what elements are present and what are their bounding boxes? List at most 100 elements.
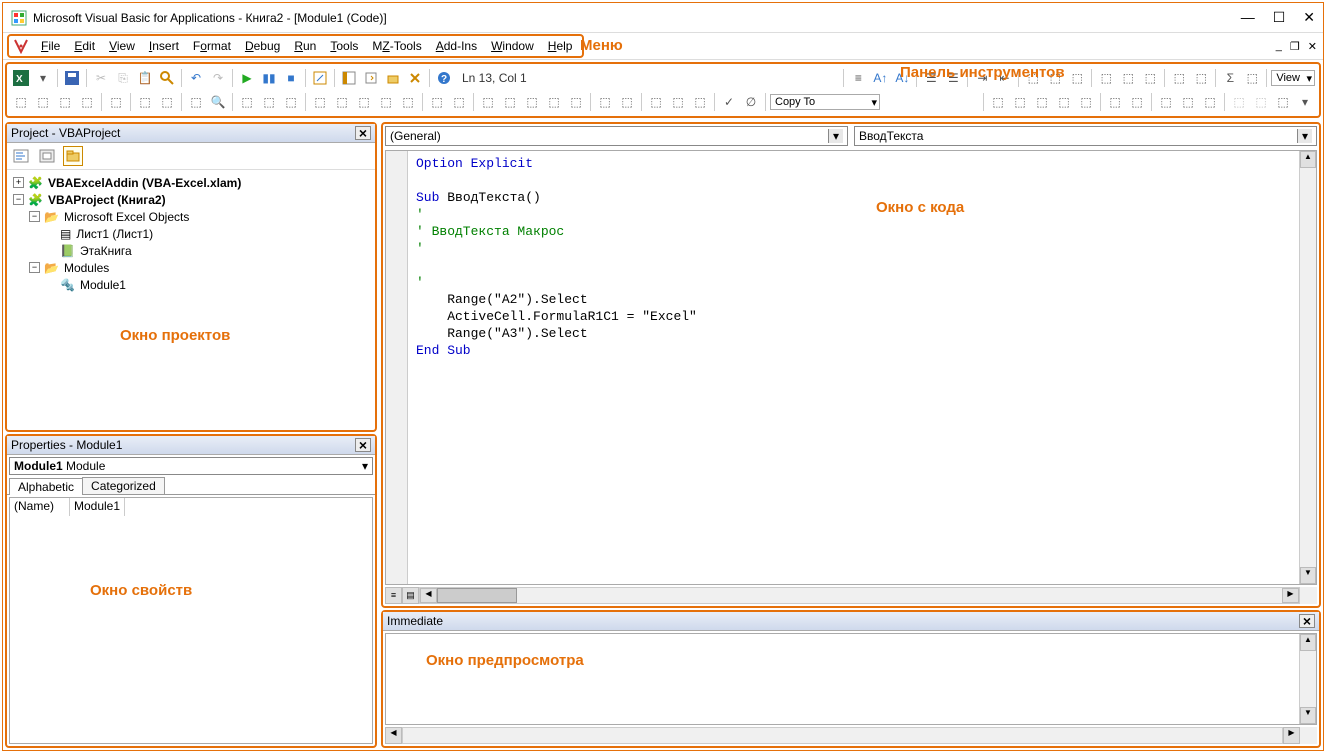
maximize-button[interactable]: ☐: [1273, 9, 1286, 26]
t2-27-icon[interactable]: ⬚: [646, 92, 666, 112]
t2-r1-icon[interactable]: ⬚: [988, 92, 1008, 112]
tab-categorized[interactable]: Categorized: [82, 477, 165, 494]
t2-23-icon[interactable]: ⬚: [544, 92, 564, 112]
t2-13-icon[interactable]: ⬚: [310, 92, 330, 112]
object-browser-icon[interactable]: [383, 68, 403, 88]
outdent-icon[interactable]: ⇤: [994, 68, 1014, 88]
tool-d-icon[interactable]: ⬚: [1169, 68, 1189, 88]
tool-e-icon[interactable]: ⬚: [1191, 68, 1211, 88]
t2-r3-icon[interactable]: ⬚: [1032, 92, 1052, 112]
font-grow-icon[interactable]: A↑: [870, 68, 890, 88]
t2-20-icon[interactable]: ⬚: [478, 92, 498, 112]
redo-icon[interactable]: ↷: [208, 68, 228, 88]
t2-29-icon[interactable]: ⬚: [690, 92, 710, 112]
project-explorer-icon[interactable]: [339, 68, 359, 88]
cut-icon[interactable]: ✂: [91, 68, 111, 88]
t2-r14-icon[interactable]: ▾: [1295, 92, 1315, 112]
menu-help[interactable]: Help: [542, 37, 579, 55]
tree-sheet1[interactable]: ▤ Лист1 (Лист1): [13, 225, 369, 242]
properties-panel-close[interactable]: ×: [355, 438, 371, 452]
immediate-close[interactable]: ×: [1299, 614, 1315, 628]
menu-view[interactable]: View: [103, 37, 141, 55]
paste-icon[interactable]: 📋: [135, 68, 155, 88]
properties-object-selector[interactable]: Module1 Module ▾: [9, 457, 373, 475]
t2-28-icon[interactable]: ⬚: [668, 92, 688, 112]
view-object-icon[interactable]: [37, 146, 57, 166]
menu-edit[interactable]: Edit: [68, 37, 101, 55]
tree-addin[interactable]: + 🧩 VBAExcelAddin (VBA-Excel.xlam): [13, 174, 369, 191]
t2-15-icon[interactable]: ⬚: [354, 92, 374, 112]
t2-31-icon[interactable]: ∅: [741, 92, 761, 112]
t2-r12-icon[interactable]: ⬚: [1251, 92, 1271, 112]
close-button[interactable]: ✕: [1303, 9, 1315, 26]
scroll-down-icon[interactable]: ▼: [1300, 707, 1316, 724]
t2-r4-icon[interactable]: ⬚: [1054, 92, 1074, 112]
t2-r10-icon[interactable]: ⬚: [1200, 92, 1220, 112]
t2-r2-icon[interactable]: ⬚: [1010, 92, 1030, 112]
immediate-text[interactable]: [386, 634, 1299, 724]
t2-r8-icon[interactable]: ⬚: [1156, 92, 1176, 112]
t2-14-icon[interactable]: ⬚: [332, 92, 352, 112]
code-text[interactable]: Option Explicit Sub ВводТекста() ' ' Вво…: [408, 151, 1299, 584]
t2-4-icon[interactable]: ⬚: [77, 92, 97, 112]
t2-6-icon[interactable]: ⬚: [135, 92, 155, 112]
t2-12-icon[interactable]: ⬚: [281, 92, 301, 112]
tab-alphabetic[interactable]: Alphabetic: [9, 478, 83, 495]
menu-insert[interactable]: Insert: [143, 37, 185, 55]
tool-f-icon[interactable]: ⬚: [1242, 68, 1262, 88]
numbering-icon[interactable]: ☰: [943, 68, 963, 88]
t2-10-icon[interactable]: ⬚: [237, 92, 257, 112]
procedure-dropdown[interactable]: ВводТекста ▾: [854, 126, 1317, 146]
t2-7-icon[interactable]: ⬚: [157, 92, 177, 112]
group1-icon[interactable]: ⬚: [1023, 68, 1043, 88]
menu-format[interactable]: Format: [187, 37, 237, 55]
tool-c-icon[interactable]: ⬚: [1140, 68, 1160, 88]
t2-24-icon[interactable]: ⬚: [566, 92, 586, 112]
mdi-restore[interactable]: ❐: [1288, 40, 1302, 53]
tool-b-icon[interactable]: ⬚: [1118, 68, 1138, 88]
t2-3-icon[interactable]: ⬚: [55, 92, 75, 112]
collapse-icon[interactable]: −: [13, 194, 24, 205]
t2-r5-icon[interactable]: ⬚: [1076, 92, 1096, 112]
t2-1-icon[interactable]: ⬚: [11, 92, 31, 112]
insert-dropdown-icon[interactable]: ▾: [33, 68, 53, 88]
tree-modules[interactable]: − 📂 Modules: [13, 259, 369, 276]
undo-icon[interactable]: ↶: [186, 68, 206, 88]
bullets-icon[interactable]: ☰: [921, 68, 941, 88]
procedure-view-icon[interactable]: ≡: [385, 587, 402, 604]
font-shrink-icon[interactable]: A↓: [892, 68, 912, 88]
t2-11-icon[interactable]: ⬚: [259, 92, 279, 112]
code-editor[interactable]: Option Explicit Sub ВводТекста() ' ' Вво…: [385, 150, 1317, 585]
t2-9-icon[interactable]: 🔍: [208, 92, 228, 112]
copy-icon[interactable]: ⎘: [113, 68, 133, 88]
scroll-down-icon[interactable]: ▼: [1300, 567, 1316, 584]
t2-8-icon[interactable]: ⬚: [186, 92, 206, 112]
scroll-up-icon[interactable]: ▲: [1300, 634, 1316, 651]
design-mode-icon[interactable]: [310, 68, 330, 88]
immediate-vscroll[interactable]: ▲ ▼: [1299, 634, 1316, 724]
t2-16-icon[interactable]: ⬚: [376, 92, 396, 112]
menu-file[interactable]: File: [35, 37, 66, 55]
break-icon[interactable]: ▮▮: [259, 68, 279, 88]
mdi-minimize[interactable]: _: [1274, 40, 1284, 53]
object-dropdown[interactable]: (General) ▾: [385, 126, 848, 146]
group3-icon[interactable]: ⬚: [1067, 68, 1087, 88]
help-icon[interactable]: ?: [434, 68, 454, 88]
t2-22-icon[interactable]: ⬚: [522, 92, 542, 112]
t2-r13-icon[interactable]: ⬚: [1273, 92, 1293, 112]
properties-window-icon[interactable]: [361, 68, 381, 88]
list-icon[interactable]: ≡: [848, 68, 868, 88]
tree-workbook[interactable]: 📗 ЭтаКнига: [13, 242, 369, 259]
t2-18-icon[interactable]: ⬚: [427, 92, 447, 112]
mdi-close[interactable]: ✕: [1306, 40, 1319, 53]
t2-r9-icon[interactable]: ⬚: [1178, 92, 1198, 112]
full-module-view-icon[interactable]: ▤: [402, 587, 419, 604]
view-code-icon[interactable]: [11, 146, 31, 166]
t2-5-icon[interactable]: ⬚: [106, 92, 126, 112]
tree-project[interactable]: − 🧩 VBAProject (Книга2): [13, 191, 369, 208]
view-dropdown[interactable]: View: [1271, 70, 1315, 86]
collapse-icon[interactable]: −: [29, 211, 40, 222]
project-panel-close[interactable]: ×: [355, 126, 371, 140]
property-row[interactable]: (Name) Module1: [10, 498, 372, 516]
tree-excel-objects[interactable]: − 📂 Microsoft Excel Objects: [13, 208, 369, 225]
